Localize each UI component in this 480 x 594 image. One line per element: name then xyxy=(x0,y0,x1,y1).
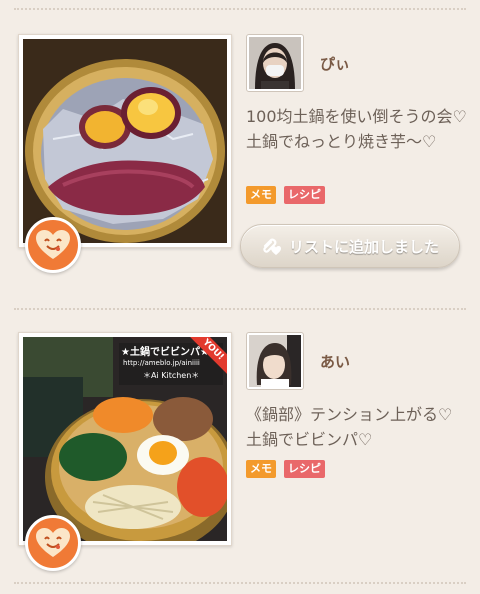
post-title[interactable]: 《鍋部》テンション上がる♡土鍋でビビンパ♡ xyxy=(246,402,468,452)
divider xyxy=(14,582,466,584)
post-card[interactable]: ★土鍋でビビンパ★ http://ameblo.jp/ainiiii ＊Ai K… xyxy=(14,332,466,572)
you-ribbon-label: YOU! xyxy=(187,337,227,377)
post-title[interactable]: 100均土鍋を使い倒そうの会♡土鍋でねっとり焼き芋〜♡ xyxy=(246,104,468,154)
username[interactable]: ぴぃ xyxy=(320,53,350,74)
divider xyxy=(14,308,466,310)
add-to-list-button[interactable]: リストに追加しました xyxy=(240,224,460,268)
you-ribbon: YOU! xyxy=(187,337,227,377)
tag-memo[interactable]: メモ xyxy=(246,186,276,204)
tag-list: メモ レシピ xyxy=(246,460,325,478)
masked-woman-avatar xyxy=(249,37,301,89)
post-card[interactable]: ぴぃ 100均土鍋を使い倒そうの会♡土鍋でねっとり焼き芋〜♡ メモ レシピ リス… xyxy=(14,34,468,284)
avatar[interactable] xyxy=(246,332,304,390)
avatar[interactable] xyxy=(246,34,304,92)
username[interactable]: あい xyxy=(320,351,350,372)
tag-list: メモ レシピ xyxy=(246,186,325,204)
bibimbap-photo: ★土鍋でビビンパ★ http://ameblo.jp/ainiiii ＊Ai K… xyxy=(23,337,227,541)
heart-icon[interactable] xyxy=(25,217,81,273)
divider xyxy=(14,8,466,10)
post-photo[interactable] xyxy=(18,34,232,273)
post-photo[interactable]: ★土鍋でビビンパ★ http://ameblo.jp/ainiiii ＊Ai K… xyxy=(18,332,232,571)
tag-recipe[interactable]: レシピ xyxy=(284,460,325,478)
tag-memo[interactable]: メモ xyxy=(246,460,276,478)
tag-recipe[interactable]: レシピ xyxy=(284,186,325,204)
woman-bob-avatar xyxy=(249,335,301,387)
paperclip-heart-icon xyxy=(263,238,281,255)
roasted-sweet-potato-photo xyxy=(23,39,227,243)
add-to-list-label: リストに追加しました xyxy=(288,237,439,256)
heart-icon[interactable] xyxy=(25,515,81,571)
